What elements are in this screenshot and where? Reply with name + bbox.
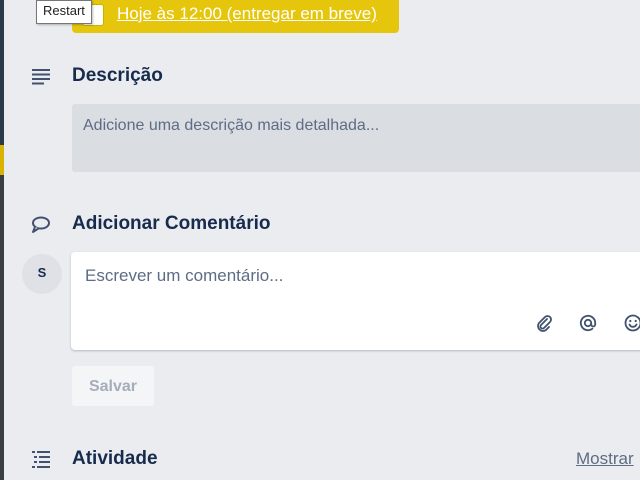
- due-date-badge[interactable]: Hoje às 12:00 (entregar em breve): [72, 0, 399, 33]
- description-icon: [32, 69, 50, 85]
- emoji-icon[interactable]: [623, 313, 640, 333]
- due-date-link[interactable]: Hoje às 12:00 (entregar em breve): [117, 4, 377, 24]
- description-field[interactable]: Adicione uma descrição mais detalhada...: [72, 104, 640, 172]
- add-comment-title: Adicionar Comentário: [72, 213, 271, 234]
- avatar[interactable]: S: [22, 254, 62, 294]
- restart-tooltip: Restart: [36, 0, 92, 24]
- attachment-icon[interactable]: [534, 313, 554, 333]
- description-placeholder: Adicione uma descrição mais detalhada...: [83, 117, 380, 134]
- comment-box[interactable]: [71, 252, 640, 350]
- activity-icon: [32, 451, 50, 468]
- comment-input[interactable]: [85, 266, 605, 286]
- comment-icon: [32, 216, 50, 233]
- show-details-link[interactable]: Mostrar: [576, 449, 634, 469]
- mention-icon[interactable]: [578, 313, 598, 333]
- save-button[interactable]: Salvar: [72, 366, 154, 406]
- description-title: Descrição: [72, 65, 163, 86]
- activity-title: Atividade: [72, 448, 158, 469]
- left-window-edge: [0, 0, 4, 480]
